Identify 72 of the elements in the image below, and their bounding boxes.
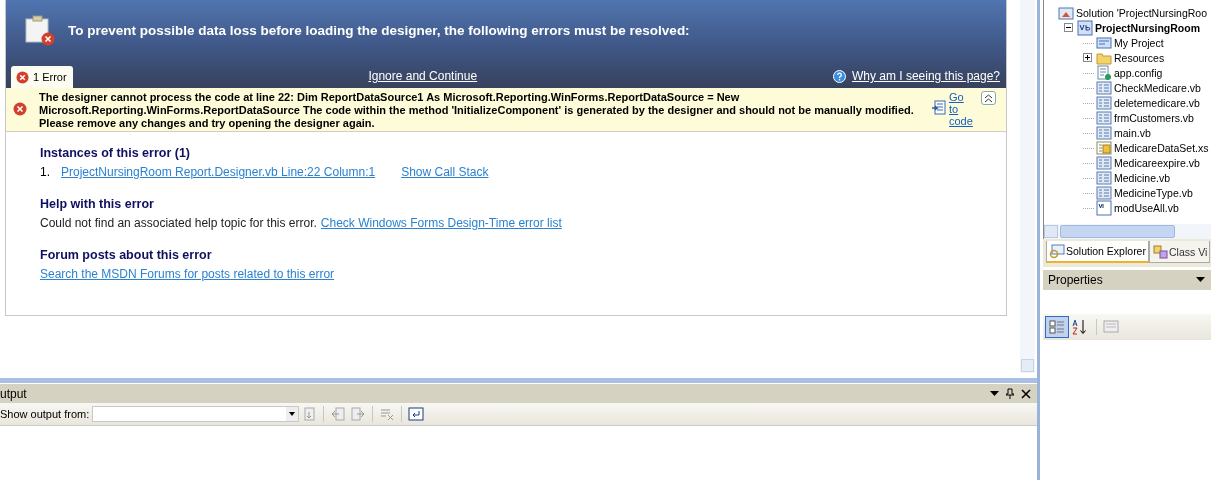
error-icon — [16, 70, 29, 84]
tree-item[interactable]: Medicine.vb — [1114, 171, 1171, 184]
tree-item[interactable]: app.config — [1114, 66, 1163, 79]
tree-item[interactable]: Medicareexpire.vb — [1114, 156, 1200, 169]
tree-item[interactable]: ProjectNursingRoom — [1095, 21, 1200, 34]
word-wrap-icon[interactable] — [408, 406, 425, 422]
section-heading: Help with this error — [40, 197, 155, 211]
form-file-icon — [1096, 184, 1112, 201]
forum-search-link[interactable]: Search the MSDN Forums for posts related to this error — [40, 267, 335, 281]
error-message: The designer cannot process the code at line 22: Dim ReportDataSource1 As Microsoft.Reporting.WinForms.ReportDataSource = New Microsoft.Reporting.WinForms.ReportDataSource The code within the method 'InitializeComponent' is generated by the designer and should not be manually modified. Please remove any changes and try opening the designer again. — [39, 91, 915, 130]
collapse-icon[interactable] — [1064, 23, 1073, 32]
form-file-icon — [1096, 109, 1112, 126]
caret-icon[interactable] — [289, 412, 296, 416]
previous-message-icon[interactable] — [330, 406, 347, 422]
tree-item[interactable]: MedicareDataSet.xs — [1114, 141, 1209, 154]
tree-item[interactable]: deletemedicare.vb — [1114, 96, 1200, 109]
panel-tab[interactable]: Solution Explorer — [1046, 241, 1149, 263]
error-list-link[interactable]: Check Windows Forms Design-Time error list — [320, 216, 562, 230]
form-file-icon — [1096, 124, 1112, 141]
config-file-icon — [1096, 64, 1112, 81]
form-file-icon — [1096, 79, 1112, 96]
form-file-icon — [1096, 94, 1112, 111]
clipboard-error-icon — [24, 14, 56, 46]
panel-tab[interactable]: Class Vi — [1148, 241, 1211, 263]
output-title: utput — [0, 386, 27, 401]
section-heading: Instances of this error (1) — [40, 146, 192, 160]
pin-icon[interactable] — [1006, 388, 1014, 399]
show-output-label: Show output from: — [0, 408, 90, 420]
tree-item[interactable]: main.vb — [1114, 126, 1151, 139]
file-location-link[interactable]: ProjectNursingRoom Report.Designer.vb Line:22 Column:1 — [61, 165, 376, 179]
solution-icon — [1058, 4, 1074, 21]
class-diagram-icon — [1151, 243, 1168, 260]
tree-item[interactable]: My Project — [1114, 36, 1164, 49]
form-file-icon — [1096, 169, 1112, 186]
tree-item[interactable]: MedicineType.vb — [1114, 186, 1193, 199]
scroll-left-icon[interactable] — [1044, 225, 1058, 238]
close-icon[interactable] — [1021, 388, 1031, 399]
header-message: To prevent possible data loss before loading the designer, the following errors must be resolved: — [68, 22, 690, 38]
error-icon — [13, 102, 27, 116]
properties-title: Properties — [1048, 273, 1103, 287]
dropdown-icon[interactable] — [990, 390, 999, 397]
error-tab[interactable]: 1 Error — [11, 66, 73, 88]
tree-item[interactable]: Solution 'ProjectNursingRoo — [1076, 6, 1207, 19]
tree-item[interactable]: Resources — [1114, 51, 1165, 64]
magnifier-window-icon — [1049, 243, 1065, 259]
dropdown-icon[interactable] — [1196, 277, 1205, 283]
help-icon — [832, 69, 846, 83]
collapse-button[interactable] — [981, 91, 996, 105]
tree-item[interactable]: modUseAll.vb — [1114, 201, 1179, 214]
scroll-thumb[interactable] — [1060, 225, 1175, 238]
clear-all-icon[interactable] — [379, 406, 396, 422]
expand-icon[interactable] — [1083, 53, 1092, 62]
help-text: Could not find an associated help topic for this error. — [40, 216, 317, 230]
module-file-icon — [1096, 199, 1112, 216]
call-stack-link[interactable]: Show Call Stack — [401, 165, 489, 179]
tree-item[interactable]: frmCustomers.vb — [1114, 111, 1194, 124]
next-message-icon[interactable] — [350, 406, 367, 422]
settings-window-icon — [1096, 34, 1112, 51]
help-link[interactable]: Why am I seeing this page? — [851, 69, 1000, 83]
form-file-icon — [1096, 154, 1112, 171]
horizontal-scrollbar[interactable] — [1043, 224, 1211, 239]
chevron-up-icon — [984, 93, 993, 103]
ignore-continue-link[interactable]: Ignore and Continue — [368, 69, 478, 83]
tree-item[interactable]: CheckMedicare.vb — [1114, 81, 1201, 94]
list-number: 1. — [40, 165, 51, 179]
vertical-scrollbar[interactable] — [1020, 0, 1035, 373]
code-file-icon — [931, 100, 947, 116]
go-to-code-link[interactable]: Go to code — [949, 91, 973, 127]
dataset-icon — [1096, 139, 1112, 156]
categorized-icon[interactable] — [1046, 317, 1068, 337]
section-heading: Forum posts about this error — [40, 248, 213, 262]
project-icon — [1077, 19, 1093, 36]
